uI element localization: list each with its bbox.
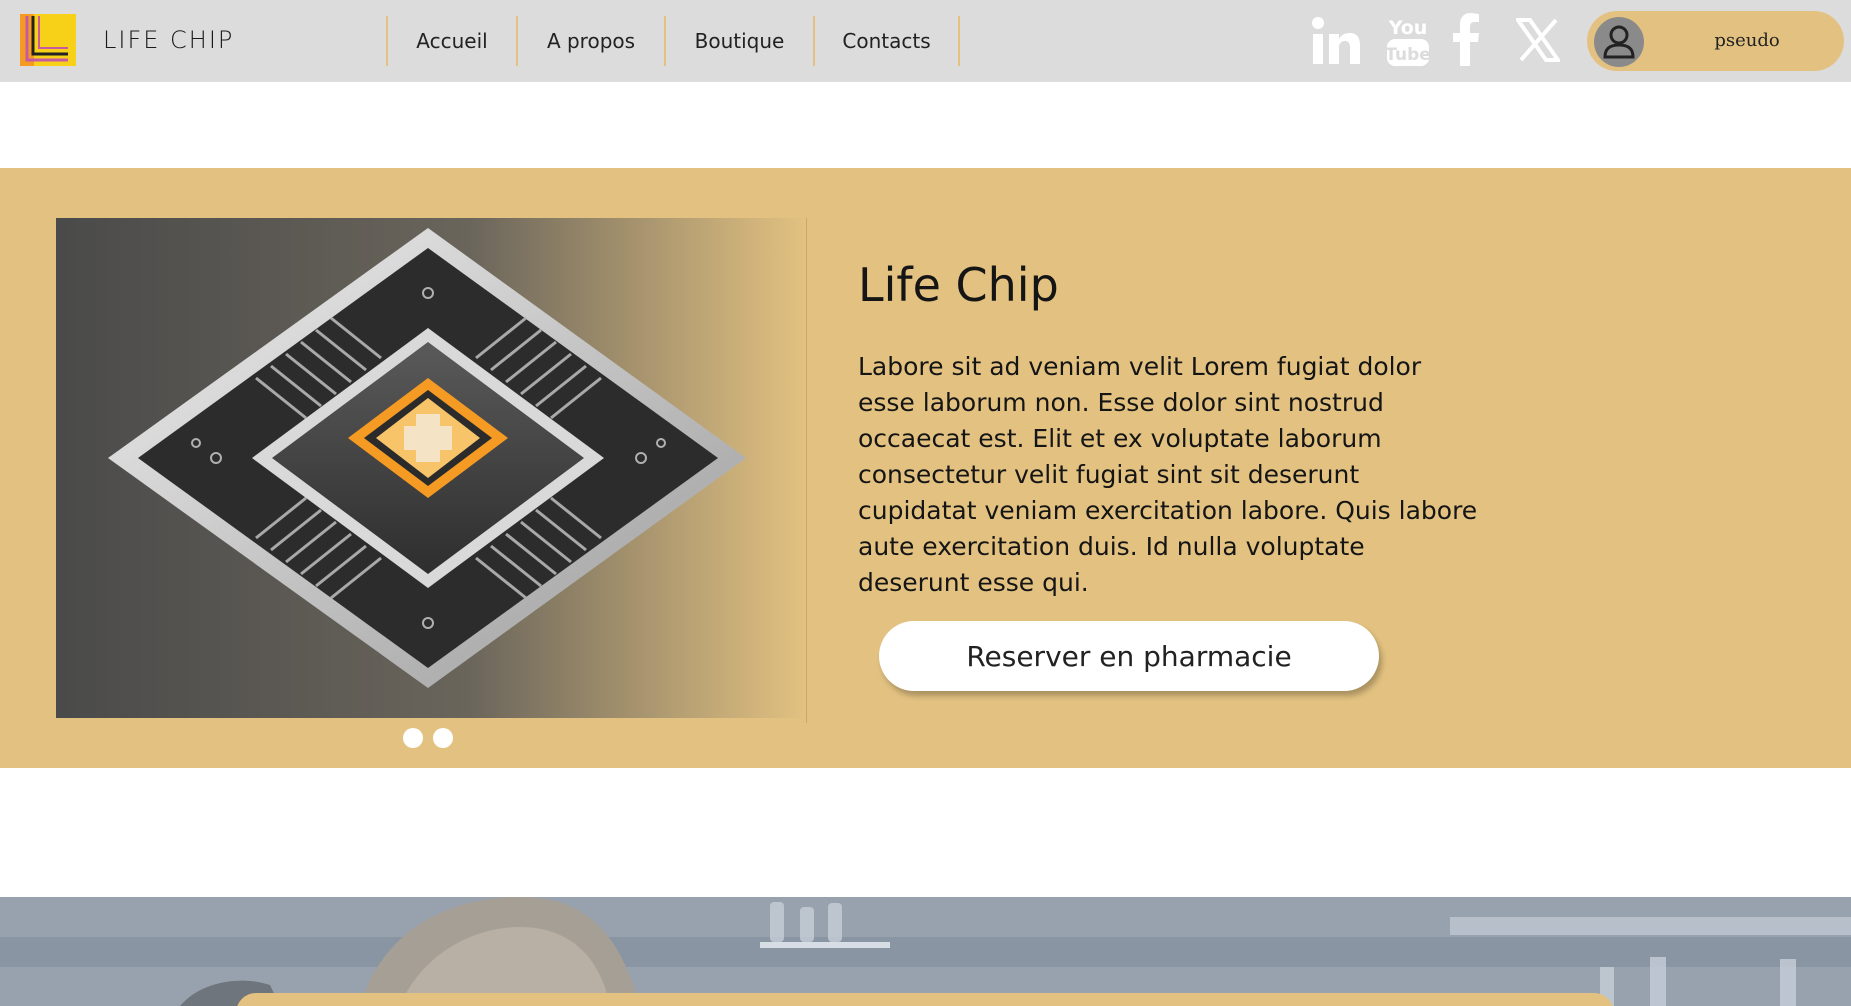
user-name: pseudo: [1714, 30, 1780, 51]
hero-section: Life Chip Labore sit ad veniam velit Lor…: [0, 168, 1851, 768]
carousel-divider: [806, 218, 807, 723]
user-account-button[interactable]: pseudo: [1587, 11, 1844, 71]
hero-description: Labore sit ad veniam velit Lorem fugiat …: [858, 352, 1478, 597]
nav-item-contacts[interactable]: Contacts: [813, 16, 960, 66]
main-nav: Accueil A propos Boutique Contacts: [386, 16, 960, 66]
chip-image: [56, 218, 807, 718]
youtube-icon[interactable]: You Tube: [1385, 12, 1431, 68]
user-icon: [1603, 25, 1635, 59]
hero-title: Life Chip: [858, 258, 1059, 312]
brand-name[interactable]: LIFE CHIP: [103, 26, 234, 54]
reserve-button[interactable]: Reserver en pharmacie: [879, 621, 1379, 691]
youtube-label-bottom: Tube: [1385, 45, 1431, 65]
youtube-label-top: You: [1388, 17, 1428, 39]
lab-background-image: [0, 897, 1851, 1006]
carousel-dots: [403, 728, 453, 748]
bottom-panel: [236, 993, 1614, 1006]
carousel-dot-2[interactable]: [433, 728, 453, 748]
site-header: LIFE CHIP Accueil A propos Boutique Cont…: [0, 0, 1851, 82]
nav-item-accueil[interactable]: Accueil: [386, 16, 516, 66]
nav-item-a-propos[interactable]: A propos: [516, 16, 664, 66]
carousel-dot-1[interactable]: [403, 728, 423, 748]
linkedin-icon[interactable]: [1310, 12, 1362, 68]
lab-banner: [0, 897, 1851, 1006]
avatar: [1594, 17, 1644, 67]
logo-icon[interactable]: [18, 12, 78, 68]
hero-carousel[interactable]: [56, 218, 807, 718]
x-icon[interactable]: [1516, 12, 1560, 68]
nav-item-boutique[interactable]: Boutique: [664, 16, 813, 66]
facebook-icon[interactable]: [1451, 12, 1481, 68]
